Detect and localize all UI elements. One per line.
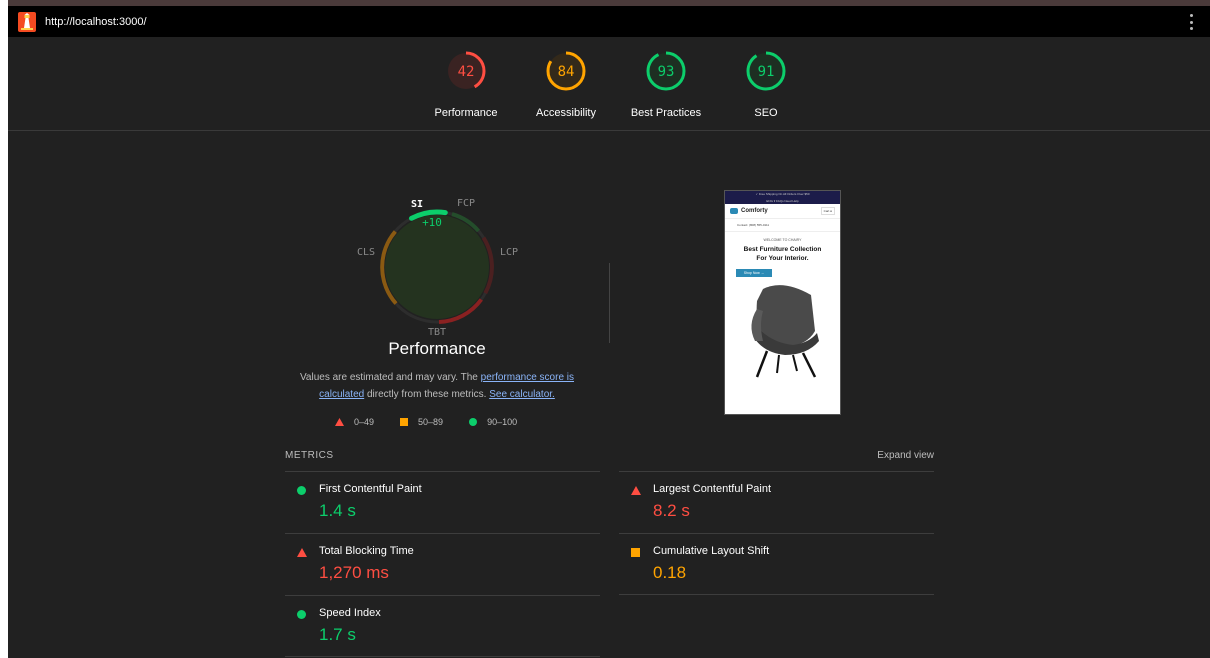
triangle-icon xyxy=(631,486,641,495)
gauge-best-practices-score: 93 xyxy=(658,64,675,80)
gauge-performance-label: Performance xyxy=(434,107,498,119)
metric-speed-index[interactable]: Speed Index 1.7 s xyxy=(285,595,600,657)
gauge-seo-label: SEO xyxy=(754,107,778,119)
metric-divider xyxy=(285,656,600,657)
legend-average: 50–89 xyxy=(400,417,443,427)
metric-value: 1.4 s xyxy=(319,501,356,520)
circle-icon xyxy=(469,418,478,426)
triangle-icon xyxy=(335,418,344,426)
sofa-icon xyxy=(730,208,738,214)
metric-cumulative-layout-shift[interactable]: Cumulative Layout Shift 0.18 xyxy=(619,533,934,595)
metric-name: Largest Contentful Paint xyxy=(653,483,772,495)
metric-name: Cumulative Layout Shift xyxy=(653,545,770,557)
gauge-performance-score: 42 xyxy=(458,64,475,80)
gauge-best-practices-ring: 93 xyxy=(646,51,686,91)
shot-shipping-bar: ✓ Free Shipping On All Orders Over $50 xyxy=(725,191,840,198)
legend-fail: 0–49 xyxy=(335,417,374,427)
tbt-label: TBT xyxy=(428,327,446,338)
fcp-label: FCP xyxy=(457,198,475,209)
square-icon xyxy=(631,548,640,557)
circle-icon xyxy=(297,486,306,495)
shot-headline-2: For Your Interior. xyxy=(756,255,809,262)
triangle-icon xyxy=(297,548,307,557)
desc-middle: directly from these metrics. xyxy=(364,389,490,400)
legend-fail-range: 0–49 xyxy=(354,417,375,427)
gauge-seo-score: 91 xyxy=(758,64,775,80)
metric-name: Total Blocking Time xyxy=(319,545,414,557)
expand-view-toggle[interactable]: Expand view xyxy=(877,450,934,461)
shot-cart: Cart ● xyxy=(820,207,835,215)
legend-pass-range: 90–100 xyxy=(487,417,518,427)
legend-average-range: 50–89 xyxy=(418,417,444,427)
metric-value: 0.18 xyxy=(653,563,687,582)
cls-label: CLS xyxy=(357,247,375,258)
desc-prefix: Values are estimated and may vary. The xyxy=(299,372,481,383)
gauge-accessibility-label: Accessibility xyxy=(536,107,596,119)
score-summary: 42 Performance 84 Accessibility 93 Best … xyxy=(8,37,1210,131)
lighthouse-logo-icon xyxy=(18,11,36,32)
performance-metric-gauge[interactable]: SI FCP LCP TBT CLS +10 xyxy=(285,185,589,345)
section-divider xyxy=(609,263,610,343)
shot-headline-1: Best Furniture Collection xyxy=(743,246,822,253)
more-options-icon[interactable] xyxy=(1190,14,1194,30)
metric-value: 1,270 ms xyxy=(319,563,389,582)
window-frame-left xyxy=(0,0,8,658)
metrics-title: METRICS xyxy=(285,450,334,461)
gauge-accessibility-ring: 84 xyxy=(546,51,586,91)
gauge-performance[interactable]: 42 Performance xyxy=(426,49,506,119)
report-topbar: http://localhost:3000/ xyxy=(8,6,1210,37)
metric-total-blocking-time[interactable]: Total Blocking Time 1,270 ms xyxy=(285,533,600,595)
lcp-label: LCP xyxy=(500,247,518,258)
chair-image xyxy=(751,285,819,378)
performance-description: Values are estimated and may vary. The p… xyxy=(290,369,584,403)
final-screenshot-thumbnail[interactable]: ✓ Free Shipping On All Orders Over $50 E… xyxy=(724,190,841,415)
gauge-best-practices-label: Best Practices xyxy=(630,107,702,119)
gauge-accessibility-score: 84 xyxy=(558,64,575,80)
page-url: http://localhost:3000/ xyxy=(45,15,147,28)
shot-brand-name: Comforty xyxy=(741,208,768,214)
si-delta: +10 xyxy=(422,216,442,229)
legend-pass: 90–100 xyxy=(469,417,517,427)
see-calculator-link[interactable]: See calculator. xyxy=(489,389,555,400)
score-legend: 0–49 50–89 90–100 xyxy=(335,417,543,427)
metrics-header: METRICS Expand view xyxy=(285,450,934,470)
shot-headline: Best Furniture Collection For Your Inter… xyxy=(725,245,840,263)
shot-shop-button: Shop Now → xyxy=(736,269,772,277)
gauge-performance-ring: 42 xyxy=(446,51,486,91)
gauge-accessibility[interactable]: 84 Accessibility xyxy=(526,49,606,119)
performance-title: Performance xyxy=(388,339,486,358)
square-icon xyxy=(400,418,409,426)
gauge-best-practices[interactable]: 93 Best Practices xyxy=(626,49,706,119)
gauge-seo-ring: 91 xyxy=(746,51,786,91)
metric-name: First Contentful Paint xyxy=(319,483,422,495)
shot-brand-row: Comforty Cart ● xyxy=(725,204,840,219)
metric-name: Speed Index xyxy=(319,607,381,619)
shot-welcome: WELCOME TO CHAIRY xyxy=(763,238,802,242)
si-label: SI xyxy=(411,199,423,210)
metric-first-contentful-paint[interactable]: First Contentful Paint 1.4 s xyxy=(285,471,600,533)
metric-value: 1.7 s xyxy=(319,625,356,644)
metric-largest-contentful-paint[interactable]: Largest Contentful Paint 8.2 s xyxy=(619,471,934,533)
gauge-seo[interactable]: 91 SEO xyxy=(726,49,806,119)
metric-divider xyxy=(619,594,934,595)
shot-contact: Contact: (808) 555-0111 xyxy=(725,219,840,232)
circle-icon xyxy=(297,610,306,619)
metric-value: 8.2 s xyxy=(653,501,690,520)
